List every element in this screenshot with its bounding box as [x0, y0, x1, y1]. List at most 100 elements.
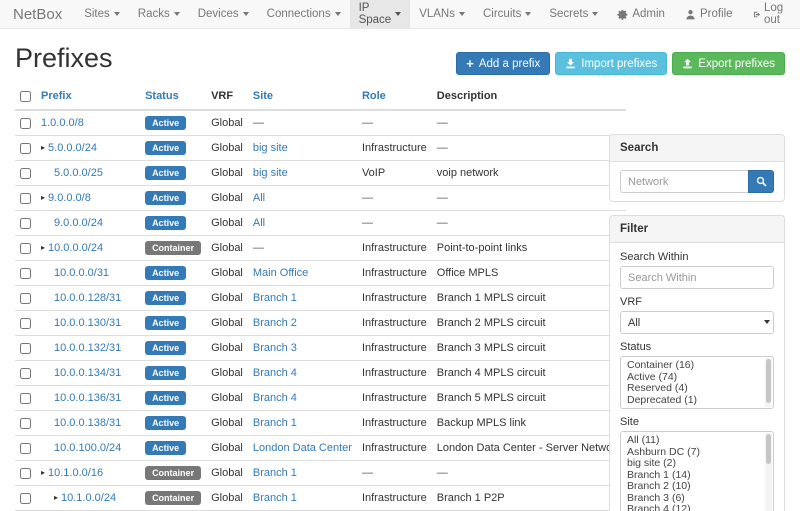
site-link[interactable]: Branch 4: [253, 367, 297, 379]
site-link[interactable]: All: [253, 217, 265, 229]
role-cell: Infrastructure: [357, 236, 432, 261]
prefix-link[interactable]: 10.1.0.0/24: [61, 492, 116, 504]
list-option[interactable]: Branch 4 (12): [627, 504, 763, 511]
search-input[interactable]: [620, 170, 748, 193]
row-checkbox[interactable]: [20, 143, 31, 154]
prefix-link[interactable]: 10.0.0.130/31: [54, 317, 121, 329]
vrf-select[interactable]: All: [620, 311, 774, 334]
site-link[interactable]: All: [253, 192, 265, 204]
search-within-input[interactable]: [620, 266, 774, 289]
scrollbar-track[interactable]: [765, 433, 772, 511]
prefix-link[interactable]: 10.0.100.0/24: [54, 442, 121, 454]
site-label: Site: [620, 416, 774, 428]
row-checkbox[interactable]: [20, 493, 31, 504]
list-option[interactable]: big site (2): [627, 458, 763, 470]
list-option[interactable]: All (11): [627, 435, 763, 447]
search-within-label: Search Within: [620, 251, 774, 263]
column-header-prefix[interactable]: Prefix: [41, 90, 72, 102]
row-checkbox[interactable]: [20, 118, 31, 129]
vrf-cell: Global: [206, 211, 248, 236]
navbar-menu-item[interactable]: VLANs: [410, 0, 474, 28]
prefix-link[interactable]: 10.0.0.138/31: [54, 417, 121, 429]
navbar-menu-item[interactable]: IP Space: [350, 0, 411, 28]
column-header-site[interactable]: Site: [253, 90, 273, 102]
prefix-link[interactable]: 10.1.0.0/16: [48, 467, 103, 479]
row-checkbox[interactable]: [20, 243, 31, 254]
select-all-checkbox[interactable]: [20, 91, 31, 102]
add-prefix-button[interactable]: + Add a prefix: [456, 52, 550, 75]
site-link[interactable]: Branch 4: [253, 392, 297, 404]
filter-panel-title: Filter: [610, 216, 784, 243]
navbar-menu-item[interactable]: Secrets: [540, 0, 607, 28]
export-prefixes-label: Export prefixes: [698, 58, 775, 70]
list-option[interactable]: Reserved (4): [627, 383, 763, 395]
row-checkbox[interactable]: [20, 368, 31, 379]
vrf-cell: Global: [206, 110, 248, 136]
admin-link[interactable]: Admin: [607, 0, 675, 28]
prefix-link[interactable]: 5.0.0.0/24: [48, 142, 97, 154]
row-checkbox[interactable]: [20, 393, 31, 404]
row-checkbox[interactable]: [20, 443, 31, 454]
navbar-menu-item[interactable]: Connections: [258, 0, 350, 28]
row-checkbox[interactable]: [20, 318, 31, 329]
description-cell: —: [432, 136, 627, 161]
navbar-menu-item[interactable]: Devices: [189, 0, 258, 28]
site-link[interactable]: Branch 3: [253, 342, 297, 354]
search-button[interactable]: [748, 170, 774, 193]
status-badge: Active: [145, 141, 186, 155]
expand-arrow-icon: ▸: [41, 193, 45, 202]
column-header-role[interactable]: Role: [362, 90, 386, 102]
list-option[interactable]: Container (16): [627, 360, 763, 372]
navbar-menu-item[interactable]: Sites: [75, 0, 129, 28]
site-link[interactable]: Branch 1: [253, 292, 297, 304]
status-badge: Active: [145, 416, 186, 430]
site-link[interactable]: London Data Center: [253, 442, 352, 454]
site-link[interactable]: Branch 2: [253, 317, 297, 329]
prefix-link[interactable]: 10.0.0.134/31: [54, 367, 121, 379]
logout-link[interactable]: Log out: [743, 0, 800, 28]
prefix-link[interactable]: 10.0.0.0/31: [54, 267, 109, 279]
row-checkbox[interactable]: [20, 218, 31, 229]
profile-link[interactable]: Profile: [675, 0, 743, 28]
row-checkbox[interactable]: [20, 293, 31, 304]
role-cell: Infrastructure: [357, 311, 432, 336]
prefix-link[interactable]: 1.0.0.0/8: [41, 117, 84, 129]
row-checkbox[interactable]: [20, 168, 31, 179]
site-link[interactable]: Main Office: [253, 267, 308, 279]
site-link[interactable]: big site: [253, 142, 288, 154]
plus-icon: +: [466, 58, 474, 69]
scrollbar-thumb[interactable]: [766, 434, 771, 464]
row-checkbox[interactable]: [20, 468, 31, 479]
export-prefixes-button[interactable]: Export prefixes: [672, 52, 785, 75]
row-checkbox[interactable]: [20, 268, 31, 279]
site-link[interactable]: big site: [253, 167, 288, 179]
list-option[interactable]: Branch 2 (10): [627, 481, 763, 493]
table-row: ▸10.0.100.0/24 Active Global London Data…: [15, 436, 626, 461]
prefix-link[interactable]: 9.0.0.0/8: [48, 192, 91, 204]
list-option[interactable]: Deprecated (1): [627, 395, 763, 407]
navbar-menu-item[interactable]: Circuits: [474, 0, 540, 28]
column-header-description: Description: [437, 90, 498, 102]
prefix-link[interactable]: 10.0.0.132/31: [54, 342, 121, 354]
prefix-link[interactable]: 10.0.0.136/31: [54, 392, 121, 404]
site-link[interactable]: Branch 1: [253, 467, 297, 479]
navbar-menu-item[interactable]: Racks: [129, 0, 189, 28]
prefix-link[interactable]: 5.0.0.0/25: [54, 167, 103, 179]
filter-panel: Filter Search Within VRF All: [609, 215, 785, 511]
scrollbar-thumb[interactable]: [766, 359, 771, 403]
row-checkbox[interactable]: [20, 418, 31, 429]
prefix-link[interactable]: 10.0.0.0/24: [48, 242, 103, 254]
import-prefixes-button[interactable]: Import prefixes: [555, 52, 667, 75]
gear-icon: [617, 9, 628, 20]
row-checkbox[interactable]: [20, 193, 31, 204]
site-listbox[interactable]: All (11)Ashburn DC (7)big site (2)Branch…: [620, 431, 774, 511]
prefix-link[interactable]: 10.0.0.128/31: [54, 292, 121, 304]
column-header-status[interactable]: Status: [145, 90, 179, 102]
row-checkbox[interactable]: [20, 343, 31, 354]
site-link[interactable]: Branch 1: [253, 417, 297, 429]
site-link[interactable]: Branch 1: [253, 492, 297, 504]
scrollbar-track[interactable]: [765, 358, 772, 407]
app-brand[interactable]: NetBox: [0, 0, 75, 28]
status-listbox[interactable]: Container (16)Active (74)Reserved (4)Dep…: [620, 356, 774, 409]
prefix-link[interactable]: 9.0.0.0/24: [54, 217, 103, 229]
